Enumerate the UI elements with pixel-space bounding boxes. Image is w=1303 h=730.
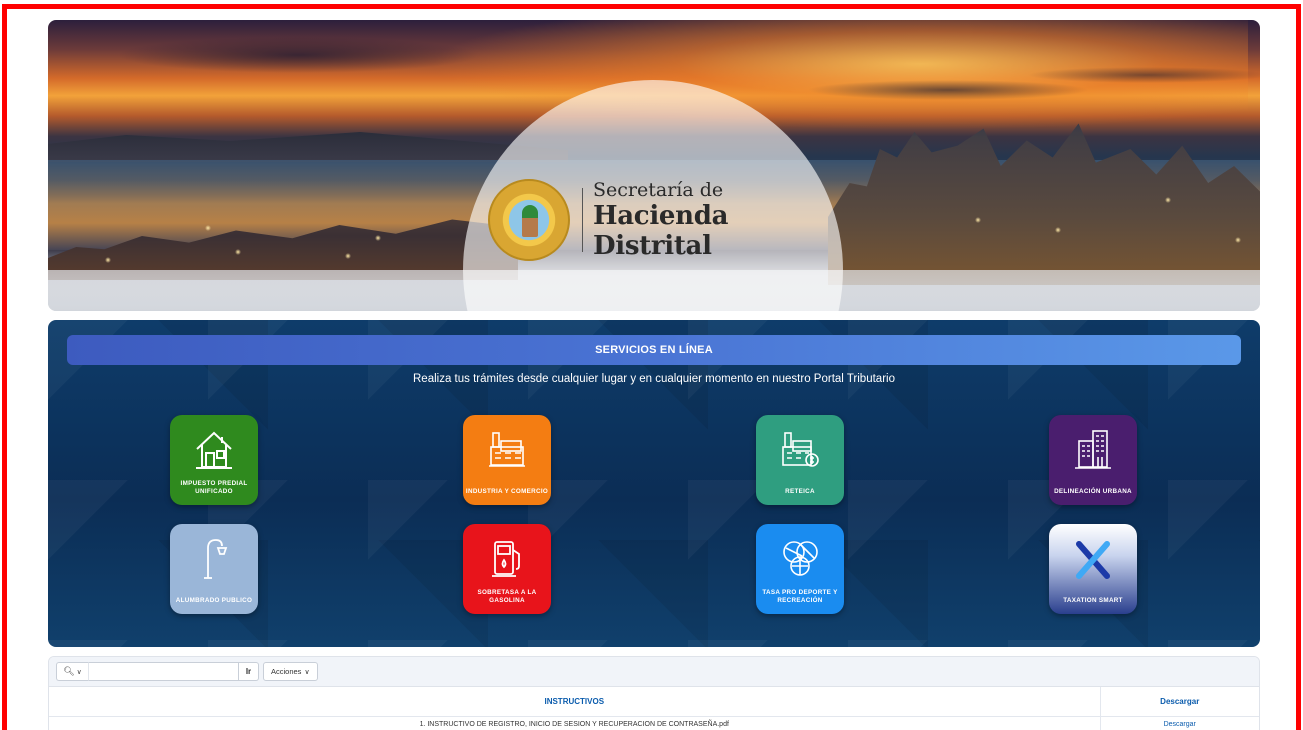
instructivos-table: INSTRUCTIVOS Descargar 1. INSTRUCTIVO DE…: [49, 687, 1259, 730]
tile-reteica[interactable]: RETEICA: [756, 415, 844, 505]
services-subtitle: Realiza tus trámites desde cualquier lug…: [413, 373, 895, 385]
factory-icon: [489, 432, 525, 467]
header-banner: Secretaría de Hacienda Distrital: [48, 20, 1260, 311]
search-column-button[interactable]: 🔍︎ ∨: [56, 662, 88, 681]
fuel-pump-icon: [492, 541, 520, 577]
tile-taxation-smart[interactable]: TAXATION SMART: [1049, 524, 1137, 614]
column-header-descargar[interactable]: Descargar: [1099, 687, 1259, 717]
tile-alumbrado-publico[interactable]: ALUMBRADO PUBLICO: [170, 524, 258, 614]
tile-delineacion-urbana[interactable]: DELINEACIÓN URBANA: [1049, 415, 1137, 505]
brand-logo: Secretaría de Hacienda Distrital: [488, 170, 848, 270]
tile-label: RETEICA: [785, 487, 815, 495]
x-logo-icon: [1076, 541, 1110, 579]
instructivo-name: 1. INSTRUCTIVO DE REGISTRO, INICIO DE SE…: [419, 720, 729, 728]
tile-impuesto-predial[interactable]: IMPUESTO PREDIAL UNIFICADO: [170, 415, 258, 505]
column-header-instructivos[interactable]: INSTRUCTIVOS: [49, 687, 1100, 717]
tile-label: DELINEACIÓN URBANA: [1054, 487, 1132, 495]
instructivos-report: 🔍︎ ∨ Ir Acciones ∨ INSTRUCTIVOS Descarga…: [48, 656, 1260, 730]
services-title: SERVICIOS EN LÍNEA: [67, 335, 1241, 365]
tile-label: TAXATION SMART: [1063, 596, 1123, 604]
table-row: 1. INSTRUCTIVO DE REGISTRO, INICIO DE SE…: [49, 716, 1259, 730]
tile-tasa-pro-deporte[interactable]: TASA PRO DEPORTE Y RECREACIÓN: [756, 524, 844, 614]
go-button[interactable]: Ir: [239, 662, 259, 681]
cartagena-seal-icon: [488, 179, 570, 261]
tile-label: ALUMBRADO PUBLICO: [175, 596, 253, 604]
search-input[interactable]: [88, 662, 239, 681]
report-toolbar: 🔍︎ ∨ Ir Acciones ∨: [49, 657, 1259, 687]
brand-line2: Hacienda Distrital: [593, 201, 729, 261]
factory-money-icon: [782, 432, 819, 467]
street-lamp-icon: [204, 539, 228, 579]
table-header-row: INSTRUCTIVOS Descargar: [49, 687, 1259, 717]
tile-label: TASA PRO DEPORTE Y RECREACIÓN: [762, 589, 838, 604]
buildings-icon: [1075, 430, 1111, 469]
sports-balls-icon: [783, 541, 818, 576]
tile-label: SOBRETASA A LA GASOLINA: [477, 589, 537, 604]
brand-line1: Secretaría de: [593, 179, 724, 201]
search-icon: 🔍︎: [63, 666, 75, 676]
tile-label: INDUSTRIA Y COMERCIO: [465, 487, 549, 495]
download-link[interactable]: Descargar: [1164, 721, 1196, 728]
services-panel: SERVICIOS EN LÍNEA Realiza tus trámites …: [48, 320, 1260, 647]
actions-label: Acciones: [271, 667, 302, 676]
tile-industria-comercio[interactable]: INDUSTRIA Y COMERCIO: [463, 415, 551, 505]
chevron-down-icon: ∨: [304, 668, 310, 676]
actions-menu-button[interactable]: Acciones ∨: [263, 662, 318, 681]
house-icon: [196, 431, 232, 469]
tile-sobretasa-gasolina[interactable]: SOBRETASA A LA GASOLINA: [463, 524, 551, 614]
chevron-down-icon: ∨: [76, 668, 82, 676]
tile-label: IMPUESTO PREDIAL UNIFICADO: [180, 480, 248, 495]
